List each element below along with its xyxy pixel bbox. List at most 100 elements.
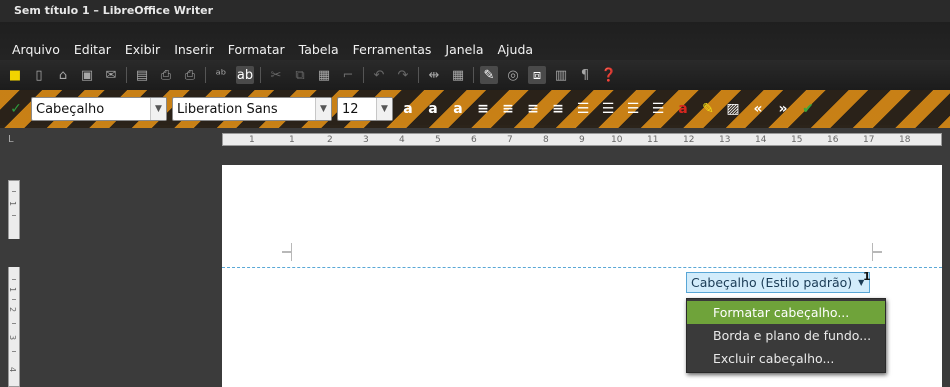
table-icon[interactable]: ▦ [449, 66, 467, 84]
paragraph-style-combo[interactable]: Cabeçalho ▼ [31, 97, 167, 121]
ruler-label: 2 [327, 135, 333, 145]
italic-icon[interactable]: a [423, 99, 443, 119]
header-style-label: Cabeçalho (Estilo padrão) [691, 275, 853, 290]
menu-exibir[interactable]: Exibir [125, 42, 160, 57]
chevron-down-icon[interactable]: ▼ [315, 98, 331, 120]
separator [418, 67, 419, 83]
highlighting-icon[interactable]: ✎ [698, 99, 718, 119]
menu-formatar[interactable]: Formatar [228, 42, 285, 57]
menu-item-delete-header[interactable]: Excluir cabeçalho... [687, 347, 885, 370]
new-document-icon[interactable]: ■ [6, 66, 24, 84]
ruler-tick [12, 191, 16, 192]
menu-item-label: Formatar cabeçalho... [713, 305, 850, 320]
redo-icon[interactable]: ↷ [394, 66, 412, 84]
spellcheck-icon[interactable]: ᵃᵇ [212, 66, 230, 84]
align-right-icon[interactable]: ≡ [523, 99, 543, 119]
left-to-right-icon[interactable]: « [748, 99, 768, 119]
gallery-icon[interactable]: ⧈ [528, 66, 546, 84]
ruler-label: 6 [471, 135, 477, 145]
increase-indent-icon[interactable]: ☰ [648, 99, 668, 119]
header-style-button[interactable]: Cabeçalho (Estilo padrão) ▼ [686, 272, 871, 293]
ruler-label: 9 [579, 135, 585, 145]
mail-icon[interactable]: ✉ [102, 66, 120, 84]
separator [260, 67, 261, 83]
ruler-tick [12, 279, 16, 280]
ruler-label: 12 [683, 135, 695, 145]
font-size-combo[interactable]: 12 ▼ [337, 97, 393, 121]
autospellcheck-icon[interactable]: ab [236, 66, 254, 84]
ruler-label: 18 [899, 135, 911, 145]
font-color-icon[interactable]: a [673, 99, 693, 119]
ruler-label: 7 [507, 135, 513, 145]
show-draw-functions-icon[interactable]: ✎ [480, 66, 498, 84]
justify-icon[interactable]: ≡ [548, 99, 568, 119]
font-name-combo[interactable]: Liberation Sans ▼ [172, 97, 332, 121]
paragraph-style-value: Cabeçalho [36, 101, 105, 117]
numbering-icon[interactable]: ☰ [573, 99, 593, 119]
ruler-label: 1 [8, 200, 18, 207]
separator [473, 67, 474, 83]
ruler-label: 2 [8, 306, 18, 313]
menu-bar: Arquivo Editar Exibir Inserir Formatar T… [0, 38, 950, 60]
data-sources-icon[interactable]: ▥ [552, 66, 570, 84]
styles-icon[interactable]: ✓ [6, 99, 26, 119]
font-size-value: 12 [342, 101, 359, 117]
ruler-label: 5 [435, 135, 441, 145]
ruler-label: 15 [791, 135, 803, 145]
align-left-icon[interactable]: ≡ [473, 99, 493, 119]
bullets-icon[interactable]: ☰ [598, 99, 618, 119]
menu-ajuda[interactable]: Ajuda [498, 42, 534, 57]
window-title: Sem título 1 – LibreOffice Writer [0, 0, 950, 22]
print-preview-icon[interactable]: ⎙ [181, 66, 199, 84]
menu-editar[interactable]: Editar [74, 42, 111, 57]
chevron-down-icon[interactable]: ▼ [150, 98, 166, 120]
ruler-label: 17 [863, 135, 875, 145]
menu-arquivo[interactable]: Arquivo [12, 42, 60, 57]
menu-janela[interactable]: Janela [445, 42, 483, 57]
page-number-field[interactable]: 1 [863, 270, 871, 283]
menu-inserir[interactable]: Inserir [174, 42, 214, 57]
undo-icon[interactable]: ↶ [370, 66, 388, 84]
paste-icon[interactable]: ▦ [315, 66, 333, 84]
template-icon[interactable]: ▯ [30, 66, 48, 84]
ruler-tick [12, 215, 16, 216]
menu-item-format-header[interactable]: Formatar cabeçalho... [687, 301, 885, 324]
align-center-icon[interactable]: ≡ [498, 99, 518, 119]
bold-icon[interactable]: a [398, 99, 418, 119]
right-to-left-icon[interactable]: » [773, 99, 793, 119]
ruler-label: 1 [249, 135, 255, 145]
separator [126, 67, 127, 83]
save-icon[interactable]: ▣ [78, 66, 96, 84]
menu-tabela[interactable]: Tabela [299, 42, 339, 57]
background-color-icon[interactable]: ▨ [723, 99, 743, 119]
cut-icon[interactable]: ✂ [267, 66, 285, 84]
copy-icon[interactable]: ⧉ [291, 66, 309, 84]
vertical-ruler[interactable]: 1 1 2 3 4 [8, 180, 20, 387]
sidebar-icon[interactable]: ✔ [798, 99, 818, 119]
decrease-indent-icon[interactable]: ☰ [623, 99, 643, 119]
menu-item-border-background[interactable]: Borda e plano de fundo... [687, 324, 885, 347]
ruler-tick [12, 351, 16, 352]
menu-ferramentas[interactable]: Ferramentas [353, 42, 432, 57]
ruler-label: 1 [8, 286, 18, 293]
header-separator-line [222, 267, 942, 268]
ruler-label: 4 [399, 135, 405, 145]
print-icon[interactable]: ⎙ [157, 66, 175, 84]
ruler-label: 10 [611, 135, 623, 145]
export-pdf-icon[interactable]: ▤ [133, 66, 151, 84]
underline-icon[interactable]: a [448, 99, 468, 119]
navigator-icon[interactable]: ◎ [504, 66, 522, 84]
horizontal-ruler[interactable]: 1 1 2 3 4 5 6 7 8 9 10 11 12 13 14 15 16… [222, 133, 942, 146]
ruler-label: 8 [543, 135, 549, 145]
formatting-marks-icon[interactable]: ¶ [576, 66, 594, 84]
hyperlink-icon[interactable]: ⇹ [425, 66, 443, 84]
ruler-tab-selector[interactable]: L [8, 134, 14, 145]
help-icon[interactable]: ❓ [600, 66, 618, 84]
ruler-label: 3 [363, 135, 369, 145]
separator [205, 67, 206, 83]
open-icon[interactable]: ⌂ [54, 66, 72, 84]
text-boundary-mark [872, 251, 882, 261]
clone-format-icon[interactable]: ⌐ [339, 66, 357, 84]
ruler-label: 4 [8, 366, 18, 373]
chevron-down-icon[interactable]: ▼ [376, 98, 392, 120]
